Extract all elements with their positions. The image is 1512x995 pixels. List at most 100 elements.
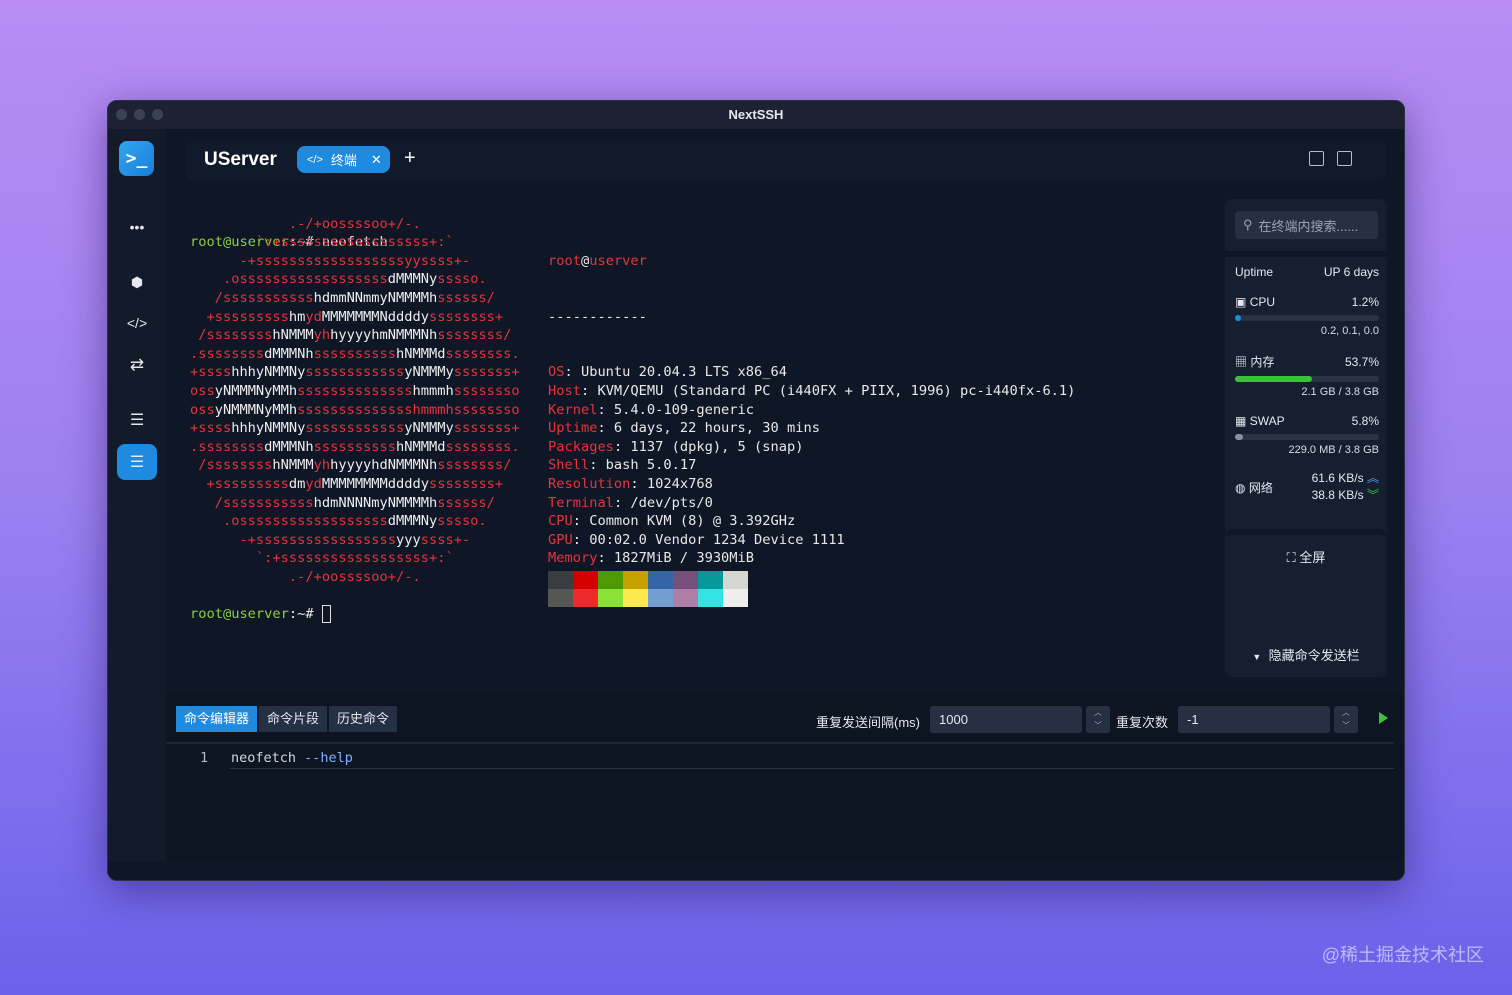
caret-down-icon: ▼: [1252, 652, 1261, 662]
ascii-line: /ssssssssssshdmNNNNmyNMMMMhssssss/: [190, 494, 520, 513]
ascii-line: +ssssssssshmydMMMMMMMNddddyssssssss+: [190, 308, 520, 327]
watermark: @稀土掘金技术社区: [1322, 941, 1484, 967]
ascii-line: .ssssssssdMMMNhsssssssssshNMMMdssssssss.: [190, 345, 520, 364]
info-line: GPU: 00:02.0 Vendor 1234 Device 1111: [548, 531, 1075, 550]
minimize-window-button[interactable]: [134, 109, 145, 120]
palette-swatch: [598, 589, 623, 607]
fullscreen-button[interactable]: ⛶ 全屏: [1225, 547, 1387, 566]
tab-command-editor[interactable]: 命令编辑器: [176, 706, 257, 732]
count-stepper[interactable]: ︿﹀: [1334, 706, 1358, 733]
search-icon: ⚲: [1243, 217, 1253, 233]
info-line: Shell: bash 5.0.17: [548, 456, 1075, 475]
palette-swatch: [573, 571, 598, 589]
ascii-line: -+ssssssssssssssssssyyssss+-: [190, 252, 520, 271]
info-line: Terminal: /dev/pts/0: [548, 494, 1075, 513]
palette-swatch: [698, 571, 723, 589]
command-editor[interactable]: 1 neofetch --help: [166, 742, 1394, 862]
terminal-search-input[interactable]: ⚲在终端内搜索......: [1235, 211, 1378, 239]
panel-actions: ⛶ 全屏 ▼ 隐藏命令发送栏: [1225, 529, 1387, 677]
transfer-icon[interactable]: ⇄: [117, 347, 157, 383]
ascii-line: .-/+oossssoo+/-.: [190, 568, 520, 587]
download-icon: ︾: [1367, 488, 1379, 502]
terminal-output[interactable]: root@userver:~# neofetch .-/+oossssoo+/-…: [190, 196, 1220, 696]
info-line: OS: Ubuntu 20.04.3 LTS x86_64: [548, 363, 1075, 382]
server-title: UServer: [204, 149, 277, 171]
interval-input[interactable]: 1000: [930, 706, 1082, 733]
palette-swatch: [573, 589, 598, 607]
ascii-line: ossyNMMMNyMMhsssssssssssssshmmmhssssssso: [190, 382, 520, 401]
prompt-line-current: root@userver:~#: [190, 605, 331, 624]
server-active-icon[interactable]: ☰: [117, 444, 157, 480]
server-icon[interactable]: ☰: [117, 402, 157, 438]
hide-command-bar-button[interactable]: ▼ 隐藏命令发送栏: [1225, 645, 1387, 664]
ascii-line: /sssssssshNMMMyhhyyyyhdNMMMNhssssssss/: [190, 456, 520, 475]
tab-command-history[interactable]: 历史命令: [329, 706, 397, 732]
close-window-button[interactable]: [116, 109, 127, 120]
ascii-line: .ossssssssssssssssssdMMMNysssso.: [190, 512, 520, 531]
info-line: Kernel: 5.4.0-109-generic: [548, 401, 1075, 420]
line-number: 1: [200, 750, 208, 766]
palette-swatch: [548, 589, 573, 607]
more-icon[interactable]: •••: [117, 209, 157, 245]
palette-swatch: [723, 589, 748, 607]
ascii-line: .ossssssssssssssssssdMMMNysssso.: [190, 270, 520, 289]
ascii-line: -+sssssssssssssssssyyyssss+-: [190, 531, 520, 550]
info-line: Resolution: 1024x768: [548, 475, 1075, 494]
interval-stepper[interactable]: ︿﹀: [1086, 706, 1110, 733]
add-tab-button[interactable]: +: [404, 147, 416, 170]
close-tab-icon[interactable]: ✕: [371, 152, 382, 168]
header: UServer </> 终端 ✕ +: [186, 141, 1386, 181]
ascii-line: ossyNMMMNyMMhsssssssssssssshmmmhssssssso: [190, 401, 520, 420]
palette-swatch: [648, 589, 673, 607]
cpu-bar: [1235, 315, 1379, 321]
palette-swatch: [548, 571, 573, 589]
info-line: CPU: Common KVM (8) @ 3.392GHz: [548, 512, 1075, 531]
palette-swatch: [673, 571, 698, 589]
palette-swatch: [623, 589, 648, 607]
code-line: neofetch --help: [231, 750, 353, 766]
fullscreen-icon: ⛶: [1287, 550, 1296, 565]
globe-icon: ◍: [1235, 481, 1245, 495]
tab-command-snippets[interactable]: 命令片段: [259, 706, 327, 732]
palette-swatch: [623, 571, 648, 589]
ascii-line: +sssshhhyNMMNyssssssssssssyNMMMysssssss+: [190, 419, 520, 438]
ascii-line: /sssssssshNMMMyhhyyyyhmNMMMNhssssssss/: [190, 326, 520, 345]
package-icon[interactable]: ⬢: [117, 264, 157, 300]
info-line: Uptime: 6 days, 22 hours, 30 mins: [548, 419, 1075, 438]
app-logo-terminal-icon: >_: [119, 141, 154, 176]
memory-bar: [1235, 376, 1379, 382]
palette-swatch: [598, 571, 623, 589]
ascii-line: `:+ssssssssssssssssss+:`: [190, 549, 520, 568]
swap-bar: [1235, 434, 1379, 440]
tab-label: 终端: [331, 150, 357, 169]
ascii-line: `:+ssssssssssssssssss+:`: [190, 233, 520, 252]
memory-icon: ▦: [1235, 355, 1247, 369]
split-horizontal-icon[interactable]: [1309, 151, 1324, 166]
code-icon[interactable]: </>: [117, 305, 157, 341]
upload-icon: ︽: [1367, 471, 1379, 485]
cursor: [322, 605, 331, 623]
cpu-icon: ▣: [1235, 295, 1246, 309]
interval-label: 重复发送间隔(ms): [816, 712, 920, 731]
send-play-icon[interactable]: [1379, 712, 1388, 724]
ascii-logo: .-/+oossssoo+/-. `:+ssssssssssssssssss+:…: [190, 215, 520, 587]
color-palette: [548, 571, 748, 607]
command-bar: 命令编辑器 命令片段 历史命令 重复发送间隔(ms) 1000 ︿﹀ 重复次数 …: [166, 694, 1404, 862]
count-input[interactable]: -1: [1178, 706, 1330, 733]
split-vertical-icon[interactable]: [1337, 151, 1352, 166]
app-window: NextSSH >_ ••• ⬢ </> ⇄ ☰ ☰ UServer </> 终…: [107, 100, 1405, 881]
title-bar: NextSSH: [108, 101, 1404, 129]
ascii-line: +sssshhhyNMMNyssssssssssssyNMMMysssssss+: [190, 363, 520, 382]
info-line: Host: KVM/QEMU (Standard PC (i440FX + PI…: [548, 382, 1075, 401]
tab-terminal[interactable]: </> 终端 ✕: [297, 146, 390, 173]
info-line: Memory: 1827MiB / 3930MiB: [548, 549, 1075, 568]
window-title: NextSSH: [729, 107, 784, 122]
palette-swatch: [648, 571, 673, 589]
swap-icon: ▦: [1235, 414, 1246, 428]
palette-swatch: [673, 589, 698, 607]
palette-swatch: [698, 589, 723, 607]
maximize-window-button[interactable]: [152, 109, 163, 120]
code-icon: </>: [307, 154, 323, 166]
palette-swatch: [723, 571, 748, 589]
ascii-line: /ssssssssssshdmmNNmmyNMMMMhssssss/: [190, 289, 520, 308]
